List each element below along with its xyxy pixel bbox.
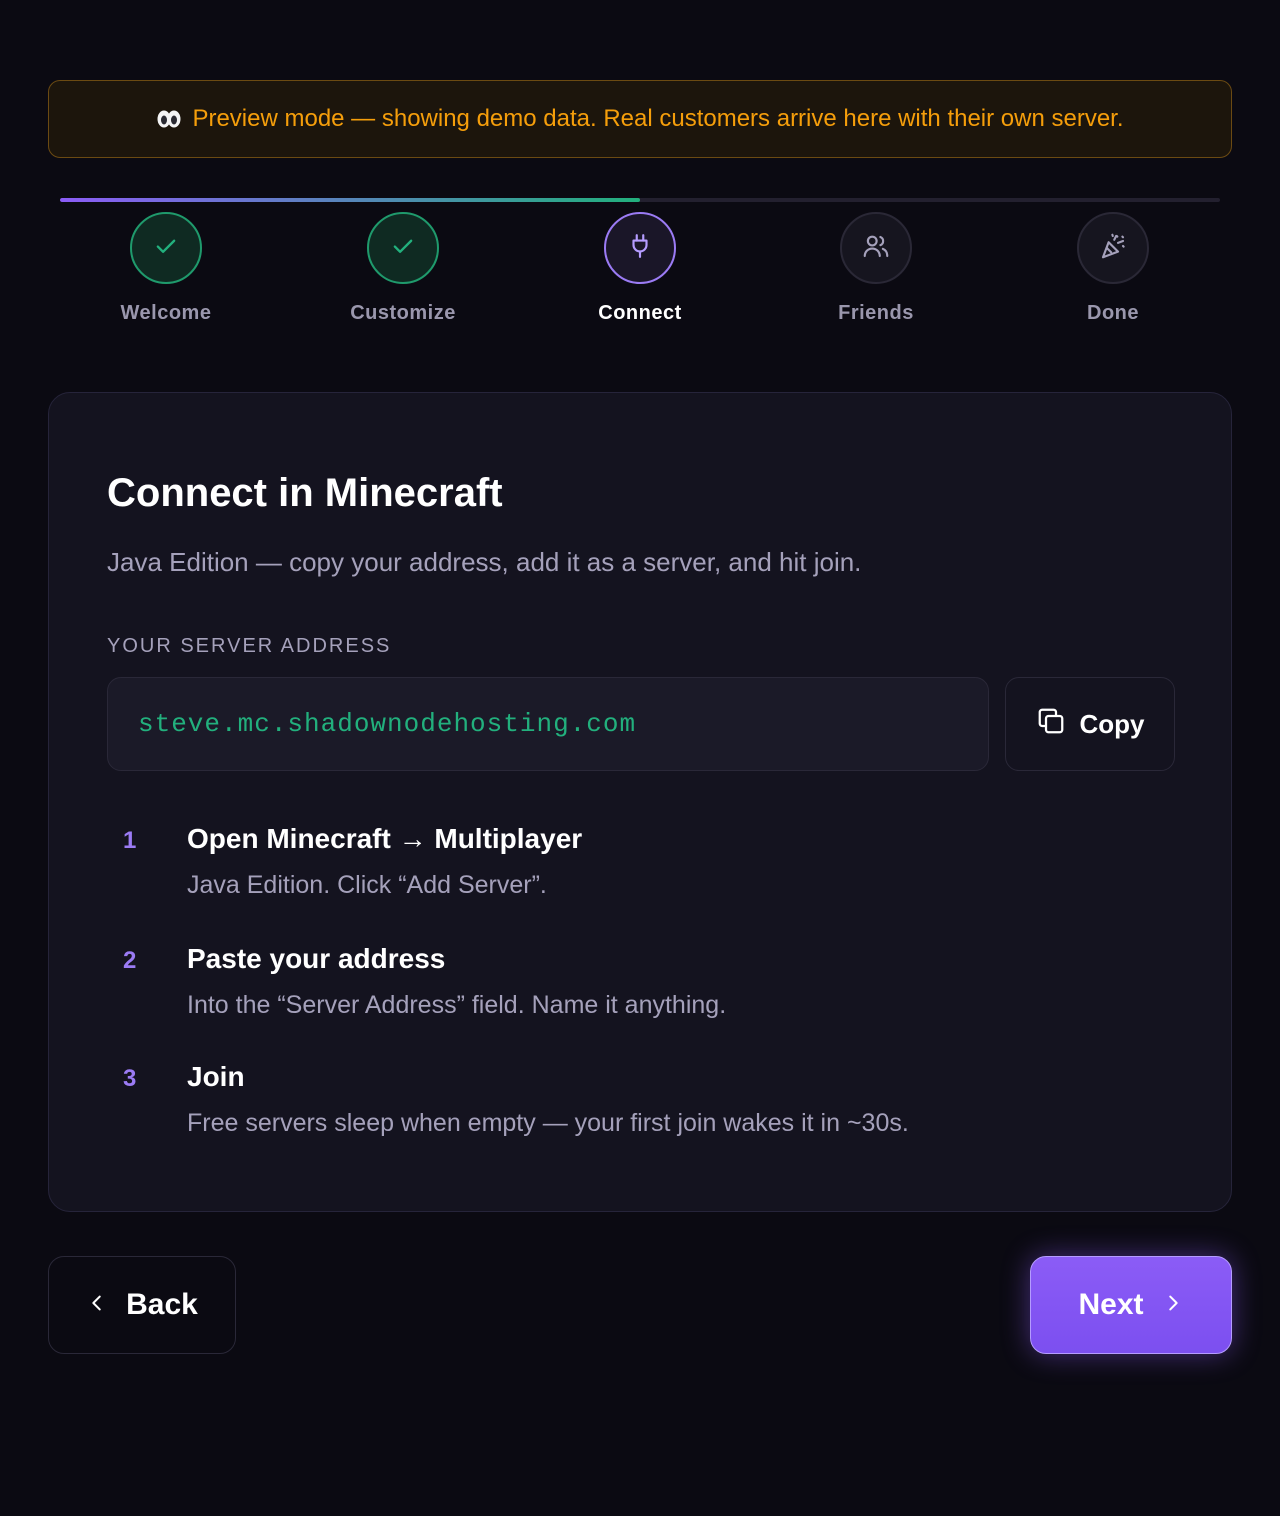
step-label: Welcome xyxy=(120,302,212,324)
instruction-description: Java Edition. Click “Add Server”. xyxy=(187,871,547,899)
step-circle-welcome xyxy=(130,212,202,284)
back-button-label: Back xyxy=(126,1288,198,1321)
server-address-field[interactable]: steve.mc.shadownodehosting.com xyxy=(107,677,989,771)
progress-bar xyxy=(60,198,1220,202)
instruction-title: Join xyxy=(187,1061,245,1092)
step-customize: Customize xyxy=(303,212,503,325)
instruction-description: Free servers sleep when empty — your fir… xyxy=(187,1109,909,1137)
connect-card: Connect in Minecraft Java Edition — copy… xyxy=(48,392,1232,1212)
copy-button-label: Copy xyxy=(1079,708,1145,739)
step-circle-connect xyxy=(604,212,676,284)
step-label: Connect xyxy=(598,302,682,324)
card-subtitle: Java Edition — copy your address, add it… xyxy=(107,547,862,577)
server-address-label: YOUR SERVER ADDRESS xyxy=(107,635,392,657)
eyes-icon xyxy=(156,108,182,130)
party-popper-icon xyxy=(1098,231,1128,266)
step-done: Done xyxy=(1013,212,1213,325)
step-label: Customize xyxy=(350,302,456,324)
instruction-number: 2 xyxy=(123,947,137,974)
next-button[interactable]: Next xyxy=(1030,1256,1232,1354)
preview-mode-banner: Preview mode — showing demo data. Real c… xyxy=(48,80,1232,158)
back-button[interactable]: Back xyxy=(48,1256,236,1354)
step-label: Done xyxy=(1087,302,1139,324)
instruction-title: Open Minecraft → Multiplayer xyxy=(187,823,583,854)
copy-icon xyxy=(1036,706,1066,743)
progress-bar-fill xyxy=(60,198,640,202)
step-circle-done xyxy=(1077,212,1149,284)
instruction-number: 3 xyxy=(123,1065,137,1092)
users-icon xyxy=(861,231,891,266)
chevron-right-icon xyxy=(1162,1288,1184,1322)
step-label: Friends xyxy=(838,302,914,324)
chevron-left-icon xyxy=(86,1288,108,1322)
check-icon xyxy=(152,232,180,265)
next-button-label: Next xyxy=(1078,1288,1144,1321)
step-connect: Connect xyxy=(540,212,740,325)
plug-icon xyxy=(627,233,653,264)
instruction-description: Into the “Server Address” field. Name it… xyxy=(187,991,727,1019)
card-title: Connect in Minecraft xyxy=(107,471,503,515)
copy-button[interactable]: Copy xyxy=(1005,677,1175,771)
instruction-number: 1 xyxy=(123,827,137,854)
banner-text: Preview mode — showing demo data. Real c… xyxy=(192,105,1124,132)
step-circle-customize xyxy=(367,212,439,284)
step-friends: Friends xyxy=(776,212,976,325)
check-icon xyxy=(389,232,417,265)
step-circle-friends xyxy=(840,212,912,284)
step-welcome: Welcome xyxy=(66,212,266,325)
instruction-title: Paste your address xyxy=(187,943,446,974)
